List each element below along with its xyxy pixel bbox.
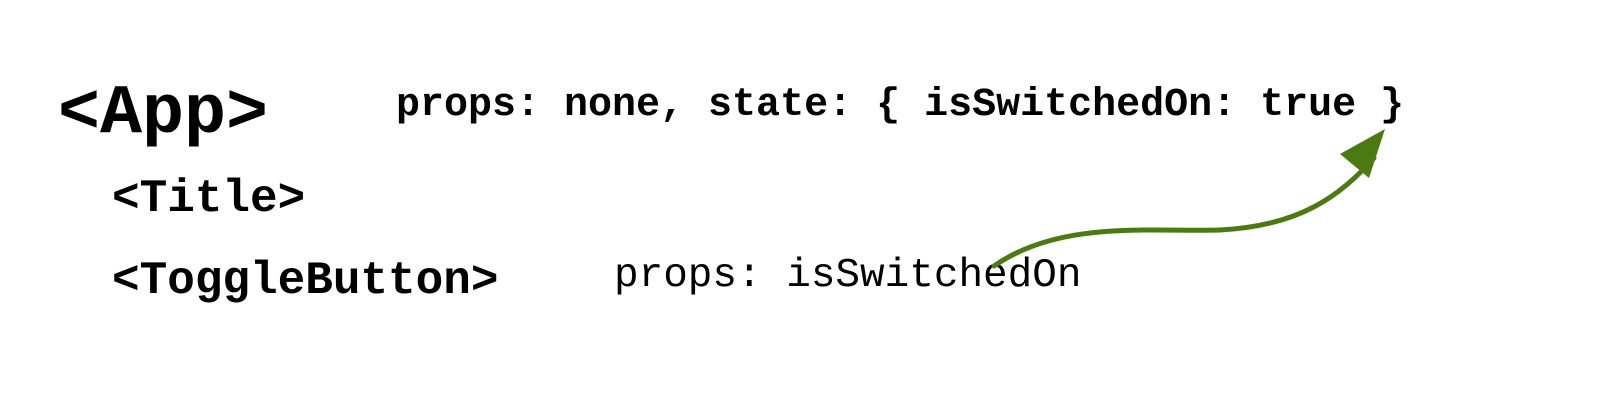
arrow-head [1340, 129, 1385, 178]
toggle-button-component-label: <ToggleButton> [112, 255, 499, 307]
toggle-button-props-text: props: isSwitchedOn [614, 253, 1082, 299]
app-props-state-text: props: none, state: { isSwitchedOn: true… [396, 83, 1405, 128]
app-component-label: <App> [58, 75, 269, 154]
arrow-curve [991, 155, 1377, 269]
title-component-label: <Title> [112, 173, 306, 225]
